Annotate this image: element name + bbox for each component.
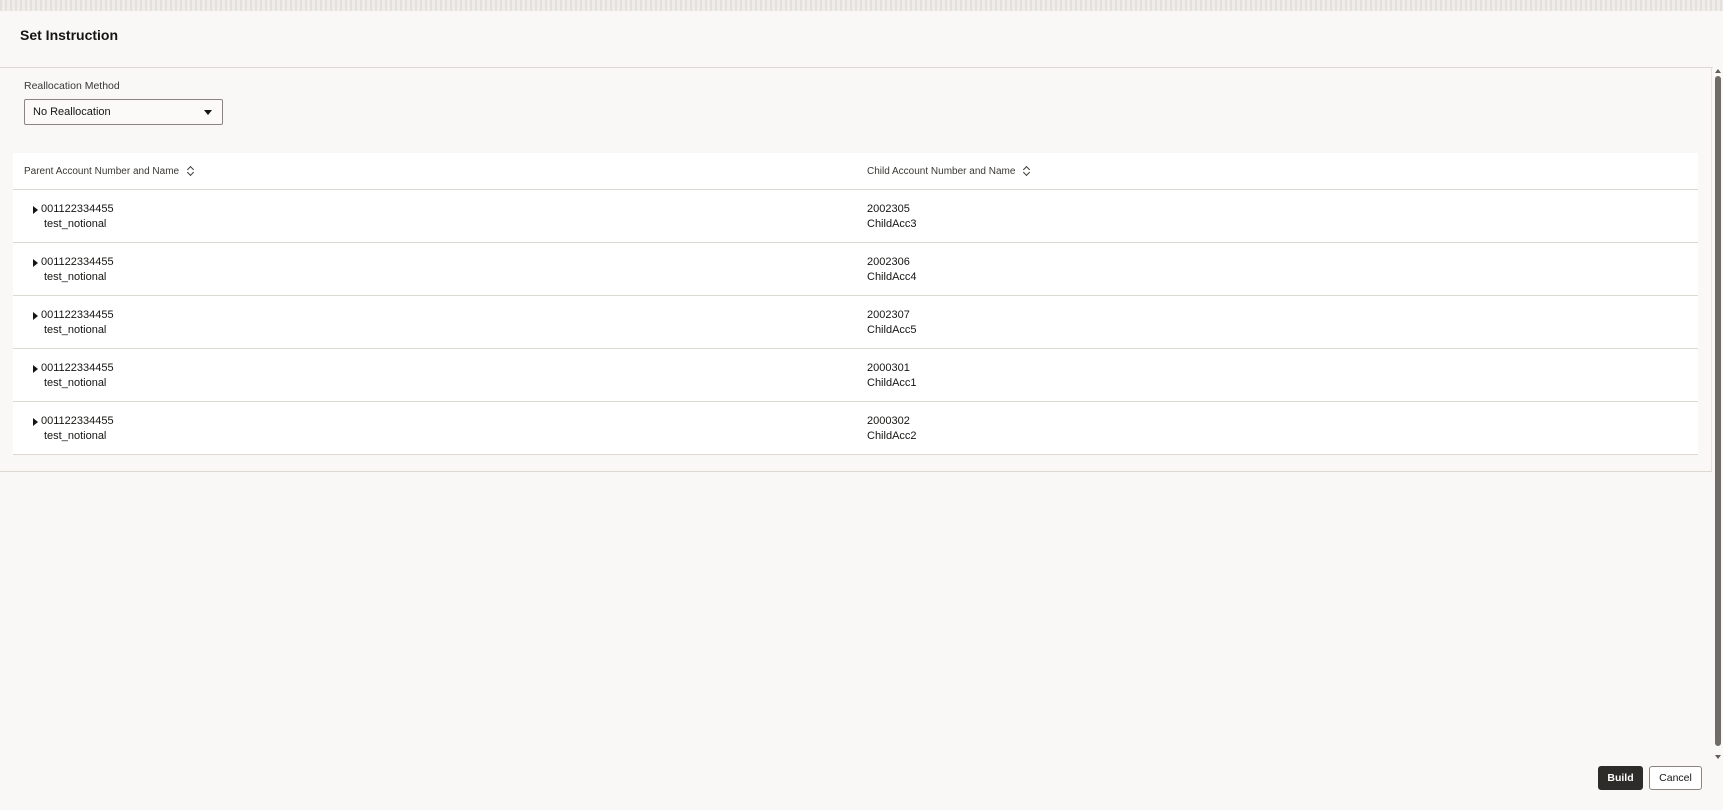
parent-account-name: test_notional bbox=[44, 377, 107, 389]
dialog-body: Reallocation Method No Reallocation Pare… bbox=[0, 68, 1712, 472]
parent-account-cell: 001122334455 test_notional bbox=[41, 308, 114, 338]
parent-account-cell: 001122334455 test_notional bbox=[41, 255, 114, 285]
child-account-cell: 2002305 ChildAcc3 bbox=[867, 202, 917, 232]
child-account-number: 2002305 bbox=[867, 203, 910, 215]
parent-account-number: 001122334455 bbox=[41, 203, 114, 215]
table-row: 001122334455 test_notional 2002306 Child… bbox=[13, 243, 1698, 296]
table-row: 001122334455 test_notional 2000302 Child… bbox=[13, 402, 1698, 455]
parent-account-name: test_notional bbox=[44, 324, 107, 336]
vertical-scrollbar[interactable] bbox=[1713, 67, 1723, 763]
column-header-child-label: Child Account Number and Name bbox=[867, 165, 1016, 177]
table-row: 001122334455 test_notional 2002307 Child… bbox=[13, 296, 1698, 349]
child-account-number: 2000301 bbox=[867, 362, 910, 374]
dialog-header: Set Instruction bbox=[0, 11, 1713, 68]
child-account-cell: 2000301 ChildAcc1 bbox=[867, 361, 917, 391]
parent-account-cell: 001122334455 test_notional bbox=[41, 202, 114, 232]
column-header-parent[interactable]: Parent Account Number and Name bbox=[24, 165, 195, 177]
expand-row-icon[interactable] bbox=[33, 206, 38, 214]
child-account-cell: 2000302 ChildAcc2 bbox=[867, 414, 917, 444]
scrollbar-thumb[interactable] bbox=[1715, 76, 1721, 746]
parent-account-cell: 001122334455 test_notional bbox=[41, 414, 114, 444]
column-header-child[interactable]: Child Account Number and Name bbox=[867, 165, 1031, 177]
cancel-button[interactable]: Cancel bbox=[1649, 766, 1702, 790]
parent-account-name: test_notional bbox=[44, 218, 107, 230]
child-account-number: 2002307 bbox=[867, 309, 910, 321]
column-header-parent-label: Parent Account Number and Name bbox=[24, 165, 180, 177]
reallocation-method-label: Reallocation Method bbox=[24, 80, 120, 92]
child-account-name: ChildAcc1 bbox=[867, 377, 917, 389]
sort-icon[interactable] bbox=[1023, 165, 1031, 177]
child-account-number: 2002306 bbox=[867, 256, 910, 268]
sort-icon[interactable] bbox=[187, 165, 195, 177]
parent-account-number: 001122334455 bbox=[41, 256, 114, 268]
child-account-cell: 2002306 ChildAcc4 bbox=[867, 255, 917, 285]
expand-row-icon[interactable] bbox=[33, 365, 38, 373]
build-button[interactable]: Build bbox=[1598, 766, 1643, 790]
set-instruction-dialog: Set Instruction Reallocation Method No R… bbox=[0, 11, 1723, 810]
accounts-table: Parent Account Number and Name Child Acc… bbox=[13, 153, 1698, 455]
child-account-name: ChildAcc2 bbox=[867, 430, 917, 442]
child-account-name: ChildAcc5 bbox=[867, 324, 917, 336]
scroll-up-arrow-icon[interactable] bbox=[1715, 69, 1721, 73]
table-row: 001122334455 test_notional 2000301 Child… bbox=[13, 349, 1698, 402]
parent-account-number: 001122334455 bbox=[41, 309, 114, 321]
child-account-name: ChildAcc3 bbox=[867, 218, 917, 230]
parent-account-cell: 001122334455 test_notional bbox=[41, 361, 114, 391]
scroll-down-arrow-icon[interactable] bbox=[1715, 755, 1721, 759]
child-account-number: 2000302 bbox=[867, 415, 910, 427]
child-account-cell: 2002307 ChildAcc5 bbox=[867, 308, 917, 338]
parent-account-number: 001122334455 bbox=[41, 362, 114, 374]
child-account-name: ChildAcc4 bbox=[867, 271, 917, 283]
reallocation-method-value: No Reallocation bbox=[33, 106, 111, 118]
expand-row-icon[interactable] bbox=[33, 259, 38, 267]
dialog-title: Set Instruction bbox=[20, 27, 119, 43]
caret-down-icon bbox=[204, 110, 212, 115]
reallocation-method-select[interactable]: No Reallocation bbox=[24, 99, 223, 125]
expand-row-icon[interactable] bbox=[33, 312, 38, 320]
parent-account-name: test_notional bbox=[44, 430, 107, 442]
parent-account-number: 001122334455 bbox=[41, 415, 114, 427]
expand-row-icon[interactable] bbox=[33, 418, 38, 426]
table-header: Parent Account Number and Name Child Acc… bbox=[13, 153, 1698, 190]
top-strip bbox=[0, 0, 1723, 11]
table-row: 001122334455 test_notional 2002305 Child… bbox=[13, 190, 1698, 243]
parent-account-name: test_notional bbox=[44, 271, 107, 283]
